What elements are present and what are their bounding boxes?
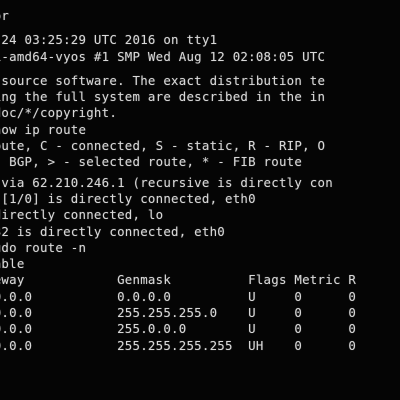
table-row: .0.0.0 255.0.0.0 U 0 0: [0, 321, 357, 337]
table-row: .0.0.0 0.0.0.0 U 0 0: [0, 288, 357, 304]
terminal-line: /32 is directly connected, eth0: [0, 223, 226, 239]
terminal-line: n-source software. The exact distributio…: [0, 72, 326, 88]
command-line: sudo route -n: [0, 239, 87, 255]
terminal-line: directly connected, lo: [0, 207, 164, 223]
terminal-line: - BGP, > - selected route, * - FIB route: [0, 154, 303, 170]
terminal-line: route, C - connected, S - static, R - RI…: [0, 138, 326, 154]
table-row: .0.0.0 255.255.255.0 U 0 0: [0, 305, 357, 321]
terminal-line: ] via 62.210.246.1 (recursive is directl…: [0, 174, 333, 190]
terminal-line: /doc/*/copyright.: [0, 105, 118, 121]
terminal-line: nor: [0, 8, 10, 23]
terminal-line: -1-amd64-vyos #1 SMP Wed Aug 12 02:08:05…: [0, 48, 326, 64]
terminal-line: table: [0, 256, 25, 272]
terminal-line: sing the full system are described in th…: [0, 89, 326, 105]
terminal-window[interactable]: nor 24 03:25:29 UTC 2016 on tty1 -1-amd6…: [0, 0, 400, 400]
table-header-row: teway Genmask Flags Metric R: [0, 272, 357, 288]
terminal-line: 4 [1/0] is directly connected, eth0: [0, 190, 256, 206]
terminal-output: nor 24 03:25:29 UTC 2016 on tty1 -1-amd6…: [0, 8, 400, 354]
command-line: show ip route: [0, 121, 87, 137]
terminal-line: 24 03:25:29 UTC 2016 on tty1: [0, 32, 218, 48]
table-row: .0.0.0 255.255.255.255 UH 0 0: [0, 337, 357, 353]
